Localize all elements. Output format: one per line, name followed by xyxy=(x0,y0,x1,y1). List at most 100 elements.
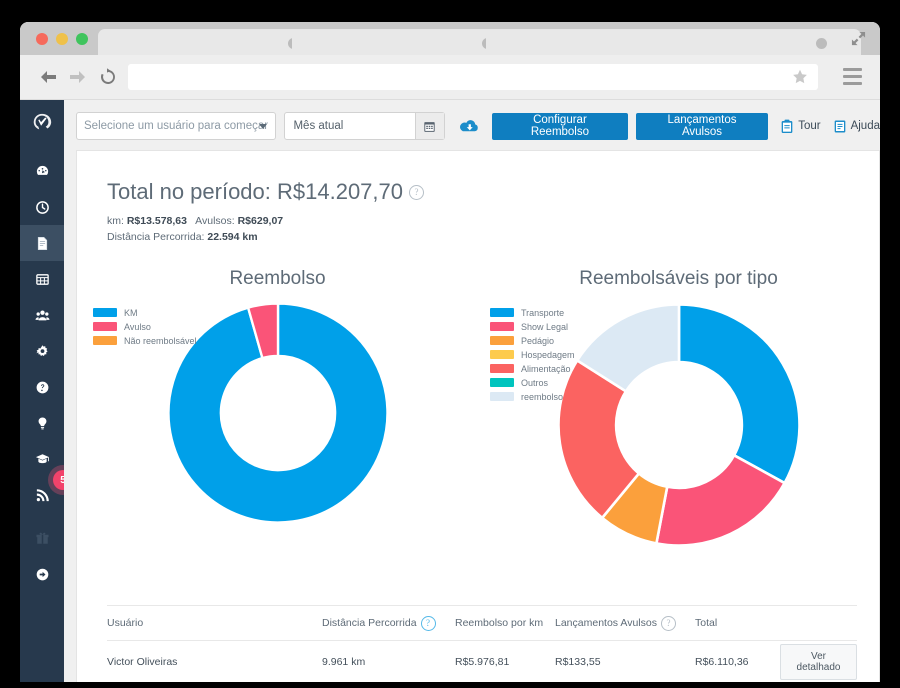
cell-actions: Ver detalhado xyxy=(780,644,857,680)
legend-item[interactable]: Não reembolsável xyxy=(93,334,197,348)
legend-item[interactable]: KM xyxy=(93,306,197,320)
legend-label: Outros xyxy=(521,377,549,388)
avulsos-label: Avulsos: xyxy=(195,215,235,227)
gauge-icon xyxy=(36,165,48,175)
clock-icon xyxy=(35,200,49,214)
screenshot-root: 5 Selecione um usuário para começar Mês … xyxy=(0,0,900,688)
chart-legend: Transporte Show Legal Pedágio Hospedagem Ali… xyxy=(490,306,575,404)
question-mark-icon[interactable]: ? xyxy=(420,615,436,631)
sidebar-item-ideas[interactable] xyxy=(20,405,64,441)
header-usuario: Usuário xyxy=(107,617,144,629)
km-label: km: xyxy=(107,215,124,227)
browser-titlebar xyxy=(20,22,880,55)
legend-item[interactable]: Hospedagem xyxy=(490,348,575,362)
fullscreen-icon[interactable] xyxy=(851,31,866,46)
sidebar-item-clock[interactable] xyxy=(20,189,64,225)
legend-item[interactable]: Avulso xyxy=(93,320,197,334)
legend-label: reembolso xyxy=(521,391,564,402)
legend-label: KM xyxy=(124,307,138,318)
user-select[interactable]: Selecione um usuário para começar xyxy=(76,112,277,140)
manual-entries-button[interactable]: Lançamentos Avulsos xyxy=(635,112,769,140)
legend-item[interactable]: Show Legal xyxy=(490,320,575,334)
page-title: Total no período: R$14.207,70 ? xyxy=(107,179,879,205)
donut-slice[interactable] xyxy=(677,302,801,485)
page-toolbar: Selecione um usuário para começar Mês at… xyxy=(64,100,880,152)
sidebar-item-dashboard[interactable] xyxy=(20,153,64,189)
download-button[interactable] xyxy=(455,113,484,139)
legend-item[interactable]: Outros xyxy=(490,376,575,390)
tab-favicon xyxy=(816,38,827,49)
tour-label: Tour xyxy=(798,120,821,132)
help-document-icon xyxy=(834,120,845,132)
user-select-value: Selecione um usuário para começar xyxy=(84,120,269,132)
sidebar-item-help[interactable] xyxy=(20,369,64,405)
period-select[interactable]: Mês atual xyxy=(284,112,445,140)
browser-tab[interactable] xyxy=(98,29,318,55)
hamburger-menu-icon[interactable] xyxy=(843,68,862,85)
document-icon xyxy=(37,236,47,250)
bookmark-star-icon[interactable] xyxy=(792,69,808,85)
app-logo[interactable] xyxy=(20,100,64,146)
summary-lines: km: R$13.578,63 Avulsos: R$629,07 Distân… xyxy=(107,214,879,246)
question-mark-icon[interactable]: ? xyxy=(660,615,676,631)
legend-swatch xyxy=(490,378,514,387)
browser-window: 5 Selecione um usuário para começar Mês … xyxy=(20,22,880,682)
chart-legend: KM Avulso Não reembolsável xyxy=(93,306,197,348)
address-bar[interactable] xyxy=(128,64,818,90)
clipboard-icon xyxy=(781,119,793,133)
legend-label: Transporte xyxy=(521,307,565,318)
donut-chart xyxy=(556,302,801,547)
browser-tab[interactable] xyxy=(292,29,512,55)
configure-reimbursement-button[interactable]: Configurar Reembolso xyxy=(492,112,628,140)
close-button[interactable] xyxy=(36,33,48,45)
legend-label: Hospedagem xyxy=(521,349,575,360)
page-title-text: Total no período: R$14.207,70 xyxy=(107,179,404,204)
question-mark-icon[interactable]: ? xyxy=(409,184,425,200)
forward-icon[interactable] xyxy=(68,67,88,87)
sidebar-item-logout[interactable] xyxy=(20,556,64,592)
legend-item[interactable]: Pedágio xyxy=(490,334,575,348)
legend-swatch xyxy=(93,322,117,331)
view-details-button[interactable]: Ver detalhado xyxy=(780,644,857,680)
chevron-down-icon xyxy=(259,123,268,129)
legend-swatch xyxy=(93,308,117,317)
legend-label: Avulso xyxy=(124,321,151,332)
header-distancia: Distância Percorrida ? xyxy=(322,615,455,631)
chart-reembolso: Reembolso KM Avulso Não reembolsável xyxy=(77,268,478,556)
legend-item[interactable]: Alimentação xyxy=(490,362,575,376)
header-distancia-label: Distância Percorrida xyxy=(322,617,417,629)
help-link[interactable]: Ajuda xyxy=(833,119,880,134)
back-icon[interactable] xyxy=(38,67,58,87)
sidebar-item-team[interactable] xyxy=(20,297,64,333)
summary-line-2: Distância Percorrida: 22.594 km xyxy=(107,230,879,246)
table-icon xyxy=(35,273,49,285)
reload-icon[interactable] xyxy=(98,67,118,87)
lightbulb-icon xyxy=(38,417,46,429)
distance-value: 22.594 km xyxy=(207,230,258,243)
legend-swatch xyxy=(93,336,117,345)
window-controls xyxy=(36,33,88,45)
browser-navbar xyxy=(20,55,880,100)
maximize-button[interactable] xyxy=(76,33,88,45)
cloud-download-icon xyxy=(460,120,478,132)
tour-link[interactable]: Tour xyxy=(780,119,821,134)
browser-tab-active[interactable] xyxy=(486,29,861,55)
sidebar-item-reports[interactable] xyxy=(20,225,64,261)
legend-item[interactable]: Transporte xyxy=(490,306,575,320)
help-label: Ajuda xyxy=(850,120,880,132)
header-total: Total xyxy=(695,617,718,629)
sidebar-item-spreadsheet[interactable] xyxy=(20,261,64,297)
cell-reembolso-km: R$5.976,81 xyxy=(455,656,510,668)
legend-label: Pedágio xyxy=(521,335,555,346)
chart-title: Reembolsáveis por tipo xyxy=(579,267,778,289)
calendar-icon[interactable] xyxy=(414,113,444,139)
legend-swatch xyxy=(490,308,514,317)
sidebar-item-news[interactable]: 5 xyxy=(20,465,78,513)
table-header-row: Usuário Distância Percorrida ? Reembolso… xyxy=(107,605,857,640)
main-content: Selecione um usuário para começar Mês at… xyxy=(64,100,880,682)
sidebar-item-gifts[interactable] xyxy=(20,520,64,556)
sidebar-item-settings[interactable] xyxy=(20,333,64,369)
legend-item[interactable]: reembolso xyxy=(490,390,575,404)
minimize-button[interactable] xyxy=(56,33,68,45)
summary-line-1: km: R$13.578,63 Avulsos: R$629,07 xyxy=(107,214,879,230)
